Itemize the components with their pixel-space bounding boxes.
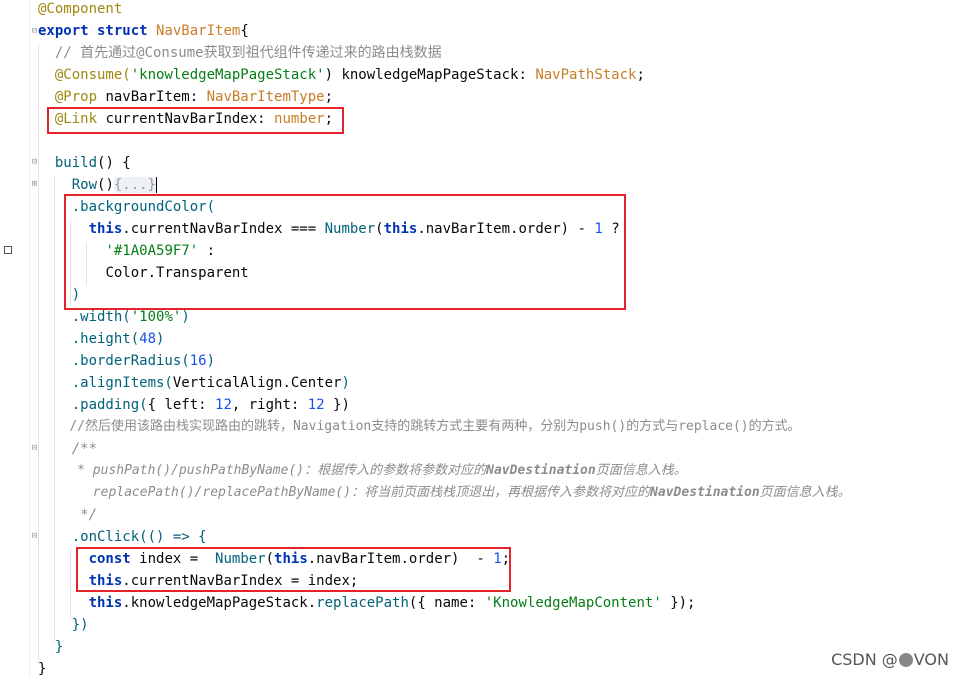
punctuation: }) bbox=[71, 617, 89, 633]
keyword: this bbox=[88, 595, 123, 611]
type-name: NavBarItem bbox=[156, 23, 241, 39]
punctuation: { bbox=[240, 23, 249, 39]
method-call: .width( bbox=[71, 309, 131, 325]
doc-comment: /** bbox=[71, 441, 98, 457]
doc-comment: 页面信息入栈。 bbox=[759, 485, 851, 500]
punctuation: } bbox=[54, 639, 64, 655]
watermark-text: CSDN @ bbox=[831, 650, 898, 669]
code-line[interactable]: // 首先通过@Consume获取到祖代组件传递过来的路由栈数据 bbox=[38, 42, 442, 64]
highlight-box bbox=[47, 107, 344, 134]
type-name: NavBarItemType bbox=[206, 89, 325, 105]
code-text: VerticalAlign.Center bbox=[172, 375, 342, 391]
doc-comment: 页面信息入栈。 bbox=[595, 463, 687, 478]
decorator: @Component bbox=[38, 1, 123, 17]
method-call: .padding( bbox=[71, 397, 148, 413]
doc-comment: * pushPath()/pushPathByName()：根据传入的参数将参数… bbox=[69, 463, 487, 478]
code-line[interactable]: export struct NavBarItem{ bbox=[38, 20, 249, 42]
string-literal: 'knowledgeMapPageStack' bbox=[130, 67, 325, 83]
number-literal: 48 bbox=[139, 331, 157, 347]
doc-comment: NavDestination bbox=[486, 463, 596, 478]
punctuation: ) bbox=[341, 375, 350, 391]
code-line[interactable]: this.knowledgeMapPageStack.replacePath({… bbox=[38, 592, 696, 614]
code-line[interactable]: @Consume('knowledgeMapPageStack') knowle… bbox=[38, 64, 645, 86]
string-literal: '100%' bbox=[130, 309, 182, 325]
number-literal: 12 bbox=[307, 397, 325, 413]
folded-region[interactable]: {...} bbox=[113, 177, 157, 193]
code-line[interactable]: }) bbox=[38, 614, 89, 636]
punctuation: } bbox=[38, 661, 47, 677]
code-line[interactable]: .height(48) bbox=[38, 328, 165, 350]
doc-comment: */ bbox=[71, 507, 98, 523]
avatar-icon bbox=[898, 653, 913, 667]
code-line[interactable]: Row(){...} bbox=[38, 174, 158, 196]
code-line[interactable]: /** bbox=[38, 438, 97, 460]
code-line[interactable]: @Component bbox=[38, 0, 122, 20]
code-text: () { bbox=[97, 155, 131, 171]
bookmark-marker-icon[interactable] bbox=[4, 246, 12, 254]
code-text: .knowledgeMapPageStack. bbox=[122, 595, 317, 611]
text-caret bbox=[156, 177, 158, 193]
watermark: CSDN @ VON bbox=[831, 650, 949, 669]
code-text: navBarItem: bbox=[97, 89, 207, 105]
code-text: () => { bbox=[147, 529, 207, 545]
code-line[interactable]: * pushPath()/pushPathByName()：根据传入的参数将参数… bbox=[38, 460, 687, 482]
code-text: , right: bbox=[231, 397, 308, 413]
code-line[interactable]: @Prop navBarItem: NavBarItemType; bbox=[38, 86, 333, 108]
code-line[interactable]: .borderRadius(16) bbox=[38, 350, 215, 372]
decorator: @Consume( bbox=[54, 67, 131, 83]
code-line[interactable]: */ bbox=[38, 504, 97, 526]
code-text: ({ name: bbox=[408, 595, 485, 611]
punctuation: ) bbox=[156, 331, 165, 347]
function-name: build bbox=[54, 155, 98, 171]
watermark-text: VON bbox=[913, 650, 949, 669]
code-text: { left: bbox=[147, 397, 216, 413]
code-line[interactable]: .alignItems(VerticalAlign.Center) bbox=[38, 372, 350, 394]
type-name: NavPathStack bbox=[535, 67, 637, 83]
punctuation: ) bbox=[206, 353, 216, 369]
comment: //然后使用该路由栈实现路由的跳转，Navigation支持的跳转方式主要有两种… bbox=[69, 419, 801, 434]
keyword: export struct bbox=[38, 23, 148, 39]
function-name: Row bbox=[71, 177, 98, 193]
method-call: .alignItems( bbox=[71, 375, 173, 391]
number-literal: 16 bbox=[189, 353, 207, 369]
doc-comment: NavDestination bbox=[650, 485, 760, 500]
code-line[interactable]: //然后使用该路由栈实现路由的跳转，Navigation支持的跳转方式主要有两种… bbox=[38, 416, 801, 438]
highlight-box bbox=[76, 547, 511, 592]
method-call: .height( bbox=[71, 331, 140, 347]
number-literal: 12 bbox=[215, 397, 232, 413]
code-line[interactable]: replacePath()/replacePathByName()：将当前页面栈… bbox=[38, 482, 851, 504]
highlight-box bbox=[64, 194, 626, 310]
doc-comment: replacePath()/replacePathByName()：将当前页面栈… bbox=[69, 485, 651, 500]
code-text: ) knowledgeMapPageStack: bbox=[324, 67, 536, 83]
editor-gutter bbox=[0, 0, 30, 677]
string-literal: 'KnowledgeMapContent' bbox=[484, 595, 662, 611]
gutter-separator bbox=[29, 0, 30, 677]
punctuation: ; bbox=[324, 89, 334, 105]
method-call: replacePath bbox=[316, 595, 409, 611]
punctuation: () bbox=[97, 177, 114, 193]
code-line[interactable]: build() { bbox=[38, 152, 131, 174]
code-text: }) bbox=[324, 397, 350, 413]
decorator: @Prop bbox=[54, 89, 98, 105]
code-line[interactable]: } bbox=[38, 636, 63, 658]
code-text: }); bbox=[661, 595, 696, 611]
comment: // 首先通过@Consume获取到祖代组件传递过来的路由栈数据 bbox=[54, 45, 442, 61]
method-call: .onClick( bbox=[71, 529, 148, 545]
punctuation: ; bbox=[636, 67, 645, 83]
code-line[interactable]: .padding({ left: 12, right: 12 }) bbox=[38, 394, 350, 416]
method-call: .borderRadius( bbox=[71, 353, 190, 369]
code-line[interactable]: .onClick(() => { bbox=[38, 526, 207, 548]
punctuation: ) bbox=[181, 309, 190, 325]
